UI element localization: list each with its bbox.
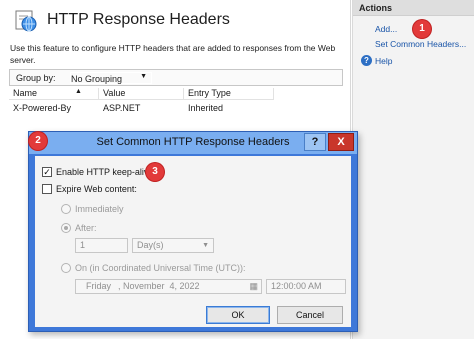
cancel-button[interactable]: Cancel: [277, 306, 343, 324]
chevron-down-icon: ▼: [140, 73, 147, 80]
after-label: After:: [75, 223, 97, 233]
table-row[interactable]: X-Powered-By ASP.NET Inherited: [9, 102, 343, 114]
help-link[interactable]: Help: [375, 56, 392, 66]
dialog-titlebar[interactable]: Set Common HTTP Response Headers ? X: [29, 132, 357, 154]
on-time-input[interactable]: 12:00:00 AM: [266, 279, 346, 294]
groupby-label: Group by:: [16, 73, 56, 83]
callout-badge-2: 2: [29, 132, 47, 150]
cell-value: ASP.NET: [103, 103, 141, 113]
actions-header: Actions: [353, 0, 474, 16]
page-description: Use this feature to configure HTTP heade…: [10, 43, 336, 65]
chevron-down-icon: ▼: [202, 242, 209, 249]
immediately-radio[interactable]: [61, 204, 71, 214]
cell-name: X-Powered-By: [13, 103, 72, 113]
headers-grid: Name ▲ Value Entry Type X-Powered-By ASP…: [9, 88, 343, 128]
column-header-label: Name: [13, 88, 38, 98]
immediately-label: Immediately: [75, 204, 124, 214]
column-header-label: Entry Type: [188, 88, 231, 98]
after-unit-select[interactable]: Day(s) ▼: [132, 238, 214, 253]
dialog-help-button[interactable]: ?: [304, 133, 326, 151]
column-header-label: Value: [103, 88, 126, 98]
column-header-entry-type[interactable]: Entry Type: [184, 88, 274, 100]
page-title: HTTP Response Headers: [47, 11, 230, 28]
on-date-radio[interactable]: [61, 263, 71, 273]
expire-checkbox[interactable]: [42, 184, 52, 194]
add-link[interactable]: Add...: [375, 24, 397, 34]
http-headers-icon: [15, 10, 37, 32]
after-radio[interactable]: [61, 223, 71, 233]
actions-pane: Actions Add... Set Common Headers... ? H…: [352, 0, 474, 339]
radio-selected-dot: [64, 226, 68, 230]
set-common-headers-dialog: Set Common HTTP Response Headers ? X ✓ E…: [28, 131, 358, 332]
column-header-value[interactable]: Value: [99, 88, 184, 100]
on-date-picker[interactable]: Friday , November 4, 2022 ▦: [75, 279, 262, 294]
dialog-body: ✓ Enable HTTP keep-alive Expire Web cont…: [35, 156, 351, 327]
groupby-toolbar: Group by: No Grouping ▼: [9, 69, 343, 86]
sort-ascending-icon: ▲: [75, 88, 82, 95]
callout-badge-1: 1: [413, 20, 431, 38]
cell-entry-type: Inherited: [188, 103, 224, 113]
keepalive-checkbox[interactable]: ✓: [42, 167, 52, 177]
ok-button[interactable]: OK: [206, 306, 270, 324]
dialog-close-button[interactable]: X: [328, 133, 354, 151]
calendar-icon: ▦: [249, 281, 258, 291]
set-common-headers-link[interactable]: Set Common Headers...: [375, 39, 466, 49]
help-icon: ?: [361, 55, 372, 66]
on-date-label: On (in Coordinated Universal Time (UTC))…: [75, 263, 246, 273]
on-date-day: Friday: [86, 281, 112, 291]
callout-badge-3: 3: [146, 163, 164, 181]
on-time-text: 12:00:00 AM: [271, 281, 322, 291]
after-value-text: 1: [80, 240, 86, 250]
column-header-name[interactable]: Name: [9, 88, 99, 100]
expire-label: Expire Web content:: [56, 184, 137, 194]
on-date-date: , November 4, 2022: [118, 281, 200, 291]
groupby-value: No Grouping: [71, 74, 123, 84]
keepalive-label: Enable HTTP keep-alive: [56, 167, 154, 177]
groupby-select[interactable]: No Grouping ▼: [70, 72, 152, 84]
after-value-input[interactable]: 1: [75, 238, 128, 253]
after-unit-text: Day(s): [137, 240, 164, 250]
